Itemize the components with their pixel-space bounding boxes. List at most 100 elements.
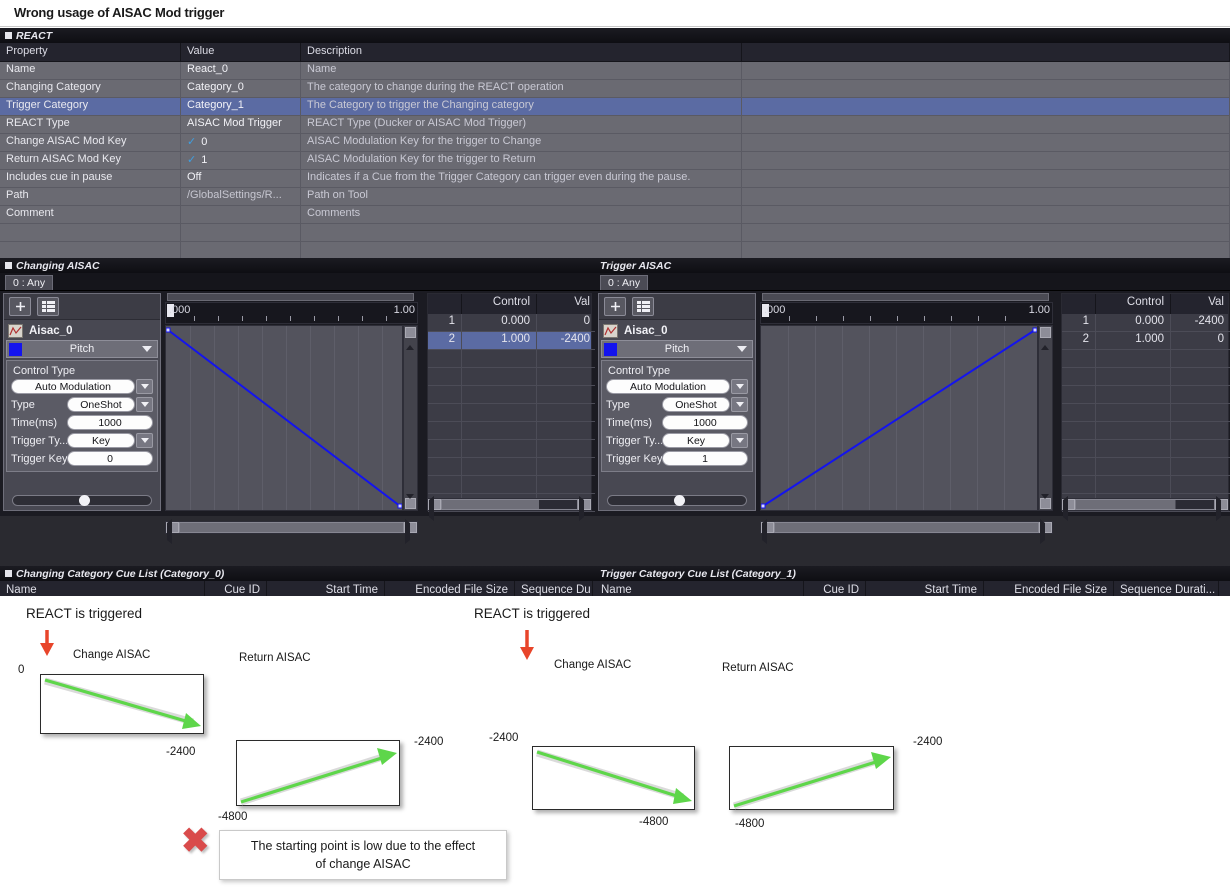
point-table-hscroll[interactable]: [1061, 496, 1229, 521]
graph-vertical-scrollbar[interactable]: [1038, 325, 1053, 516]
point-control[interactable]: 1.000: [462, 332, 537, 350]
scroll-up-icon[interactable]: [1040, 327, 1051, 350]
slider-knob[interactable]: [674, 495, 685, 506]
point-row[interactable]: 1 0.000 -2400: [1062, 314, 1230, 332]
control-type-value[interactable]: Auto Modulation: [11, 379, 135, 394]
change-end-value-2: -4800: [639, 816, 669, 828]
changing-aisac-param-select[interactable]: Pitch: [6, 340, 158, 358]
scroll-right-icon[interactable]: [1039, 519, 1052, 544]
scroll-up-icon[interactable]: [405, 327, 416, 350]
property-row[interactable]: Includes cue in pause Off Indicates if a C…: [0, 170, 1230, 188]
tab-changing-any[interactable]: 0 : Any: [5, 275, 54, 290]
scroll-track[interactable]: [774, 522, 1039, 533]
scroll-right-icon[interactable]: [578, 496, 591, 521]
property-value[interactable]: [181, 206, 301, 223]
point-control[interactable]: 0.000: [1096, 314, 1171, 332]
scroll-right-icon[interactable]: [1215, 496, 1228, 521]
slider-knob[interactable]: [79, 495, 90, 506]
point-index[interactable]: 2: [1062, 332, 1096, 350]
point-value[interactable]: 0: [1171, 332, 1230, 350]
trigger-key-value[interactable]: 1: [662, 451, 748, 466]
scroll-left-icon[interactable]: [761, 519, 774, 544]
time-value[interactable]: 1000: [67, 415, 153, 430]
property-value[interactable]: Category_1: [181, 98, 301, 115]
point-index[interactable]: 1: [1062, 314, 1096, 332]
add-aisac-button[interactable]: [604, 297, 626, 316]
list-view-icon[interactable]: [37, 297, 59, 316]
trigger-aisac-param-select[interactable]: Pitch: [601, 340, 753, 358]
point-table-hscroll[interactable]: [427, 496, 592, 521]
property-row[interactable]: REACT Type AISAC Mod Trigger REACT Type (D…: [0, 116, 1230, 134]
graph-top-scrollbar[interactable]: [167, 293, 414, 301]
col-val[interactable]: Val: [537, 294, 597, 314]
time-value[interactable]: 1000: [662, 415, 748, 430]
point-value[interactable]: -2400: [537, 332, 597, 350]
property-value[interactable]: ✓ 1: [181, 152, 301, 169]
trigger-type-value[interactable]: Key: [67, 433, 135, 448]
scroll-track[interactable]: [1075, 499, 1215, 510]
trigger-aisac-ruler[interactable]: .000 1.00: [760, 302, 1053, 324]
scroll-left-icon[interactable]: [1062, 496, 1075, 521]
point-value[interactable]: -2400: [1171, 314, 1230, 332]
col-control[interactable]: Control: [462, 294, 537, 314]
trigger-aisac-zoom-slider[interactable]: [607, 495, 747, 506]
property-row[interactable]: Path/GlobalSettings/R... Path on Tool: [0, 188, 1230, 206]
col-extra[interactable]: [742, 43, 1230, 61]
scroll-track[interactable]: [441, 499, 578, 510]
scroll-left-icon[interactable]: [166, 519, 179, 544]
point-row[interactable]: 2 1.000 -2400: [428, 332, 597, 350]
graph-horizontal-scrollbar[interactable]: [165, 519, 418, 544]
control-type-dropdown-icon[interactable]: [136, 379, 153, 394]
add-aisac-button[interactable]: [9, 297, 31, 316]
changing-aisac-ruler[interactable]: .000 1.00: [165, 302, 418, 324]
control-type-value[interactable]: Auto Modulation: [606, 379, 730, 394]
scroll-down-icon[interactable]: [1040, 494, 1051, 516]
col-description[interactable]: Description: [301, 43, 742, 61]
property-row[interactable]: Comment Comments: [0, 206, 1230, 224]
property-value[interactable]: AISAC Mod Trigger: [181, 116, 301, 133]
changing-aisac-plot[interactable]: [165, 325, 403, 511]
col-control[interactable]: Control: [1096, 294, 1171, 314]
property-row[interactable]: Return AISAC Mod Key ✓ 1 AISAC Modulation K…: [0, 152, 1230, 170]
property-row[interactable]: Trigger Category Category_1 The Category t…: [0, 98, 1230, 116]
graph-vertical-scrollbar[interactable]: [403, 325, 418, 516]
point-control[interactable]: 0.000: [462, 314, 537, 332]
type-value[interactable]: OneShot: [662, 397, 730, 412]
point-row[interactable]: 1 0.000 0: [428, 314, 597, 332]
point-control[interactable]: 1.000: [1096, 332, 1171, 350]
property-value[interactable]: Off: [181, 170, 301, 187]
point-value[interactable]: 0: [537, 314, 597, 332]
type-dropdown-icon[interactable]: [731, 397, 748, 412]
graph-top-scrollbar[interactable]: [762, 293, 1049, 301]
graph-horizontal-scrollbar[interactable]: [760, 519, 1053, 544]
scroll-right-icon[interactable]: [404, 519, 417, 544]
tab-trigger-any[interactable]: 0 : Any: [600, 275, 649, 290]
property-value[interactable]: ✓ 0: [181, 134, 301, 151]
property-value[interactable]: /GlobalSettings/R...: [181, 188, 301, 205]
property-row[interactable]: Change AISAC Mod Key ✓ 0 AISAC Modulation K…: [0, 134, 1230, 152]
property-row[interactable]: Name React_0 Name: [0, 62, 1230, 80]
scroll-left-icon[interactable]: [428, 496, 441, 521]
list-view-icon[interactable]: [632, 297, 654, 316]
property-value[interactable]: Category_0: [181, 80, 301, 97]
control-type-dropdown-icon[interactable]: [731, 379, 748, 394]
trigger-type-dropdown-icon[interactable]: [136, 433, 153, 448]
changing-aisac-zoom-slider[interactable]: [12, 495, 152, 506]
property-value[interactable]: React_0: [181, 62, 301, 79]
point-index[interactable]: 2: [428, 332, 462, 350]
trigger-key-value[interactable]: 0: [67, 451, 153, 466]
col-val[interactable]: Val: [1171, 294, 1230, 314]
point-index[interactable]: 1: [428, 314, 462, 332]
trigger-type-dropdown-icon[interactable]: [731, 433, 748, 448]
return-end-value-1: -2400: [414, 736, 444, 748]
property-row[interactable]: Changing Category Category_0 The category …: [0, 80, 1230, 98]
type-value[interactable]: OneShot: [67, 397, 135, 412]
col-property[interactable]: Property: [0, 43, 181, 61]
trigger-type-value[interactable]: Key: [662, 433, 730, 448]
type-dropdown-icon[interactable]: [136, 397, 153, 412]
scroll-track[interactable]: [179, 522, 404, 533]
point-row[interactable]: 2 1.000 0: [1062, 332, 1230, 350]
scroll-down-icon[interactable]: [405, 494, 416, 516]
trigger-aisac-plot[interactable]: [760, 325, 1038, 511]
col-value[interactable]: Value: [181, 43, 301, 61]
